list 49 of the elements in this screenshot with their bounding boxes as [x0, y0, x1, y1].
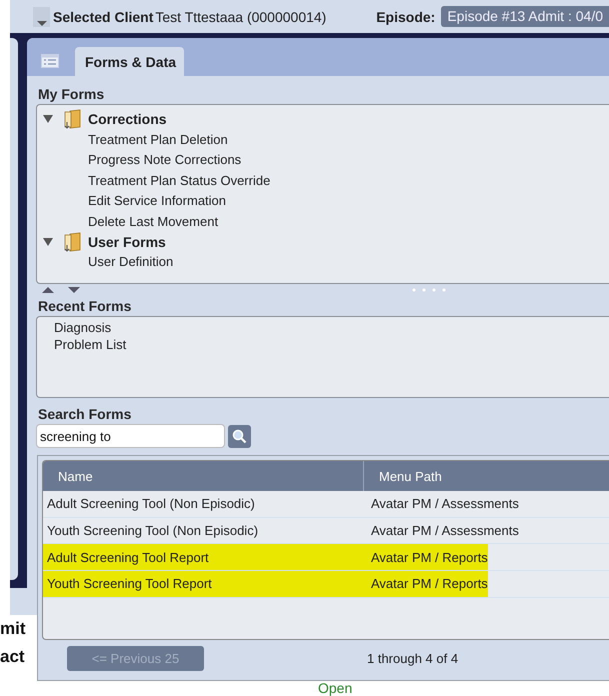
- result-row[interactable]: Youth Screening Tool (Non Episodic) Avatar PM / Assessments: [43, 518, 609, 544]
- search-field[interactable]: screening to: [36, 424, 225, 448]
- search-icon: [232, 428, 247, 444]
- folder-icon: [62, 109, 82, 129]
- page-range: 1 through 4 of 4: [367, 650, 458, 666]
- page-text: act: [0, 646, 25, 668]
- client-dropdown-button[interactable]: [33, 6, 50, 26]
- form-name-cell-text: Youth Screening Tool (Non Episodic): [46, 523, 260, 538]
- form-name-cell-text: Adult Screening Tool Report: [46, 550, 210, 565]
- collapse-icon[interactable]: [43, 114, 53, 124]
- recent-form-item[interactable]: Diagnosis: [54, 320, 112, 335]
- list-icon[interactable]: [41, 54, 59, 68]
- page-text: mit: [0, 618, 26, 640]
- recent-form-item[interactable]: Problem List: [54, 337, 126, 352]
- collapse-icon[interactable]: [43, 236, 53, 246]
- menu-path-cell-text: Avatar PM / Assessments: [370, 496, 519, 512]
- highlighted-result-row[interactable]: Adult Screening Tool Report Avatar PM / Reports: [43, 544, 609, 572]
- form-item[interactable]: Treatment Plan Deletion: [88, 132, 228, 147]
- section-title: Search Forms: [38, 406, 132, 422]
- section-title: Recent Forms: [38, 298, 132, 314]
- client-name: Test Tttestaaa (000000014): [155, 8, 326, 24]
- open-link[interactable]: Open: [318, 680, 352, 696]
- highlighted-result-row[interactable]: Youth Screening Tool Report Avatar PM / Reports: [43, 571, 609, 598]
- form-item[interactable]: Delete Last Movement: [88, 214, 218, 229]
- search-button[interactable]: [228, 424, 251, 448]
- scroll-down-icon[interactable]: [68, 286, 80, 294]
- menu-path-cell-text: Avatar PM / Reports: [370, 550, 488, 565]
- form-item[interactable]: Treatment Plan Status Override: [88, 172, 270, 188]
- form-name-cell-text: Youth Screening Tool Report: [46, 576, 213, 592]
- caret-icon: [36, 20, 46, 26]
- form-item[interactable]: User Definition: [88, 254, 174, 270]
- menu-path-cell-text: Avatar PM / Assessments: [370, 523, 519, 538]
- result-row[interactable]: Adult Screening Tool (Non Episodic) Avatar PM / Assessments: [43, 491, 609, 518]
- section-title: My Forms: [38, 86, 106, 102]
- folder-label[interactable]: User Forms: [88, 234, 166, 250]
- menu-path-cell-text: Avatar PM / Reports: [370, 576, 488, 592]
- episode-field[interactable]: Episode #13 Admit : 04/0: [441, 6, 609, 27]
- column-header[interactable]: Name: [43, 461, 364, 491]
- client-label: Selected Client: [53, 8, 154, 24]
- episode-label: Episode:: [376, 8, 436, 24]
- folder-icon: [62, 232, 82, 252]
- form-item[interactable]: Edit Service Information: [88, 193, 226, 208]
- form-name-cell-text: Adult Screening Tool (Non Episodic): [46, 496, 256, 512]
- scroll-up-icon[interactable]: [42, 286, 54, 294]
- resize-grip-icon[interactable]: [412, 288, 448, 292]
- form-item[interactable]: Progress Note Corrections: [88, 152, 242, 168]
- folder-label[interactable]: Corrections: [88, 111, 167, 127]
- tab[interactable]: Forms & Data: [75, 47, 184, 76]
- column-header[interactable]: Menu Path: [364, 461, 442, 491]
